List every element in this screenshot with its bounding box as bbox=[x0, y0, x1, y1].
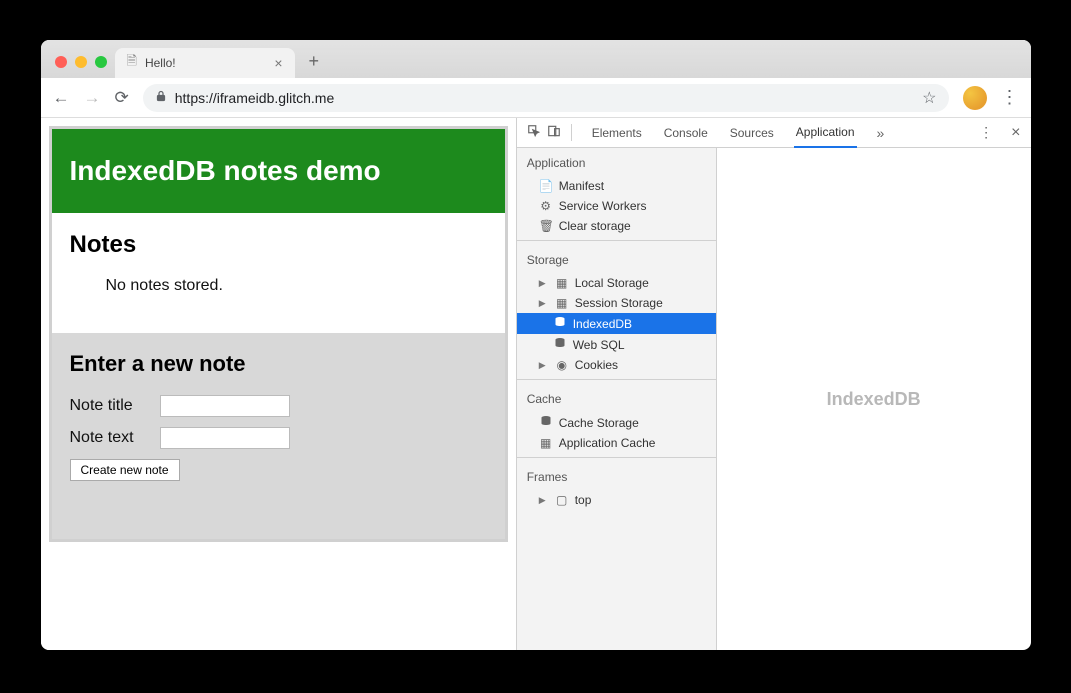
create-note-button[interactable]: Create new note bbox=[70, 459, 180, 481]
note-text-input[interactable] bbox=[160, 427, 290, 449]
cache-storage-label: Cache Storage bbox=[559, 416, 639, 430]
tab-sources[interactable]: Sources bbox=[728, 118, 776, 148]
devtools-menu-icon[interactable]: ⋮ bbox=[979, 124, 993, 141]
page-viewport: IndexedDB notes demo Notes No notes stor… bbox=[41, 118, 516, 650]
browser-window: 🗎 Hello! × + ← → ⟳ https://iframeidb.gli… bbox=[41, 40, 1031, 650]
close-window-button[interactable] bbox=[55, 56, 67, 68]
manifest-label: Manifest bbox=[559, 179, 604, 193]
grid-icon: ▦ bbox=[539, 436, 553, 450]
window-controls bbox=[51, 56, 115, 78]
note-text-label: Note text bbox=[70, 429, 150, 447]
sidebar-item-manifest[interactable]: 📄 Manifest bbox=[517, 176, 716, 196]
cookies-label: Cookies bbox=[575, 358, 618, 372]
bookmark-icon[interactable]: ☆ bbox=[922, 88, 936, 108]
sidebar-item-service-workers[interactable]: ⚙ Service Workers bbox=[517, 196, 716, 216]
tab-elements[interactable]: Elements bbox=[590, 118, 644, 148]
group-cache: Cache bbox=[517, 384, 716, 412]
devtools-body: Application 📄 Manifest ⚙ Service Workers… bbox=[517, 148, 1031, 650]
session-storage-label: Session Storage bbox=[575, 296, 663, 310]
inspect-element-icon[interactable] bbox=[527, 124, 541, 141]
devtools-panel: Elements Console Sources Application » ⋮… bbox=[516, 118, 1031, 650]
grid-icon: ▦ bbox=[555, 276, 569, 290]
service-workers-label: Service Workers bbox=[559, 199, 647, 213]
new-tab-button[interactable]: + bbox=[295, 51, 334, 78]
profile-avatar[interactable] bbox=[963, 86, 987, 110]
empty-message: No notes stored. bbox=[70, 277, 487, 295]
sidebar-item-web-sql[interactable]: Web SQL bbox=[517, 334, 716, 355]
note-title-label: Note title bbox=[70, 397, 150, 415]
page-icon: 🗎 bbox=[127, 52, 137, 74]
lock-icon bbox=[155, 90, 167, 105]
expand-icon: ▶ bbox=[539, 360, 549, 371]
content-area: IndexedDB notes demo Notes No notes stor… bbox=[41, 118, 1031, 650]
clear-storage-label: Clear storage bbox=[559, 219, 631, 233]
local-storage-label: Local Storage bbox=[575, 276, 649, 290]
sidebar-item-session-storage[interactable]: ▶ ▦ Session Storage bbox=[517, 293, 716, 313]
database-icon bbox=[553, 337, 567, 352]
new-note-form: Enter a new note Note title Note text Cr… bbox=[52, 333, 505, 499]
web-sql-label: Web SQL bbox=[573, 338, 625, 352]
tab-title: Hello! bbox=[145, 56, 176, 70]
expand-icon: ▶ bbox=[539, 278, 549, 289]
sidebar-item-cookies[interactable]: ▶ ◉ Cookies bbox=[517, 355, 716, 375]
address-bar[interactable]: https://iframeidb.glitch.me ☆ bbox=[143, 84, 949, 112]
sidebar-item-top-frame[interactable]: ▶ ▢ top bbox=[517, 490, 716, 510]
expand-icon: ▶ bbox=[539, 495, 549, 506]
tabs-overflow-icon[interactable]: » bbox=[875, 118, 887, 148]
sidebar-item-clear-storage[interactable]: 🗑 Clear storage bbox=[517, 216, 716, 236]
file-icon: 📄 bbox=[539, 179, 553, 193]
page-title: IndexedDB notes demo bbox=[52, 129, 505, 213]
address-toolbar: ← → ⟳ https://iframeidb.glitch.me ☆ ⋮ bbox=[41, 78, 1031, 118]
trash-icon: 🗑 bbox=[539, 219, 553, 233]
note-text-row: Note text bbox=[70, 427, 487, 449]
devtools-close-icon[interactable]: × bbox=[1011, 124, 1020, 142]
devtools-tabbar: Elements Console Sources Application » ⋮… bbox=[517, 118, 1031, 148]
minimize-window-button[interactable] bbox=[75, 56, 87, 68]
sidebar-item-local-storage[interactable]: ▶ ▦ Local Storage bbox=[517, 273, 716, 293]
form-heading: Enter a new note bbox=[70, 351, 487, 377]
top-frame-label: top bbox=[575, 493, 592, 507]
frame-icon: ▢ bbox=[555, 493, 569, 507]
group-application: Application bbox=[517, 148, 716, 176]
form-spacer bbox=[52, 499, 505, 539]
demo-card: IndexedDB notes demo Notes No notes stor… bbox=[49, 126, 508, 542]
database-icon bbox=[539, 415, 553, 430]
tab-console[interactable]: Console bbox=[662, 118, 710, 148]
tab-bar: 🗎 Hello! × + bbox=[41, 40, 1031, 78]
indexeddb-label: IndexedDB bbox=[573, 317, 632, 331]
expand-icon: ▶ bbox=[539, 298, 549, 309]
note-title-input[interactable] bbox=[160, 395, 290, 417]
sidebar-item-application-cache[interactable]: ▦ Application Cache bbox=[517, 433, 716, 453]
cookie-icon: ◉ bbox=[555, 358, 569, 372]
notes-section: Notes No notes stored. bbox=[52, 213, 505, 313]
back-button[interactable]: ← bbox=[53, 88, 70, 108]
reload-button[interactable]: ⟳ bbox=[115, 88, 129, 108]
group-frames: Frames bbox=[517, 462, 716, 490]
application-sidebar: Application 📄 Manifest ⚙ Service Workers… bbox=[517, 148, 717, 650]
device-toolbar-icon[interactable] bbox=[547, 124, 561, 141]
forward-button[interactable]: → bbox=[84, 88, 101, 108]
maximize-window-button[interactable] bbox=[95, 56, 107, 68]
devtools-main-placeholder: IndexedDB bbox=[717, 148, 1031, 650]
browser-tab[interactable]: 🗎 Hello! × bbox=[115, 48, 295, 78]
sidebar-item-cache-storage[interactable]: Cache Storage bbox=[517, 412, 716, 433]
url-text: https://iframeidb.glitch.me bbox=[175, 90, 335, 106]
grid-icon: ▦ bbox=[555, 296, 569, 310]
close-tab-icon[interactable]: × bbox=[274, 55, 282, 71]
gear-icon: ⚙ bbox=[539, 199, 553, 213]
devtools-inspect-icons bbox=[527, 124, 572, 141]
chrome-menu-icon[interactable]: ⋮ bbox=[1001, 87, 1019, 108]
group-storage: Storage bbox=[517, 245, 716, 273]
tab-application[interactable]: Application bbox=[794, 118, 857, 148]
note-title-row: Note title bbox=[70, 395, 487, 417]
database-icon bbox=[553, 316, 567, 331]
application-cache-label: Application Cache bbox=[559, 436, 656, 450]
sidebar-item-indexeddb[interactable]: IndexedDB bbox=[517, 313, 716, 334]
notes-heading: Notes bbox=[70, 231, 487, 259]
